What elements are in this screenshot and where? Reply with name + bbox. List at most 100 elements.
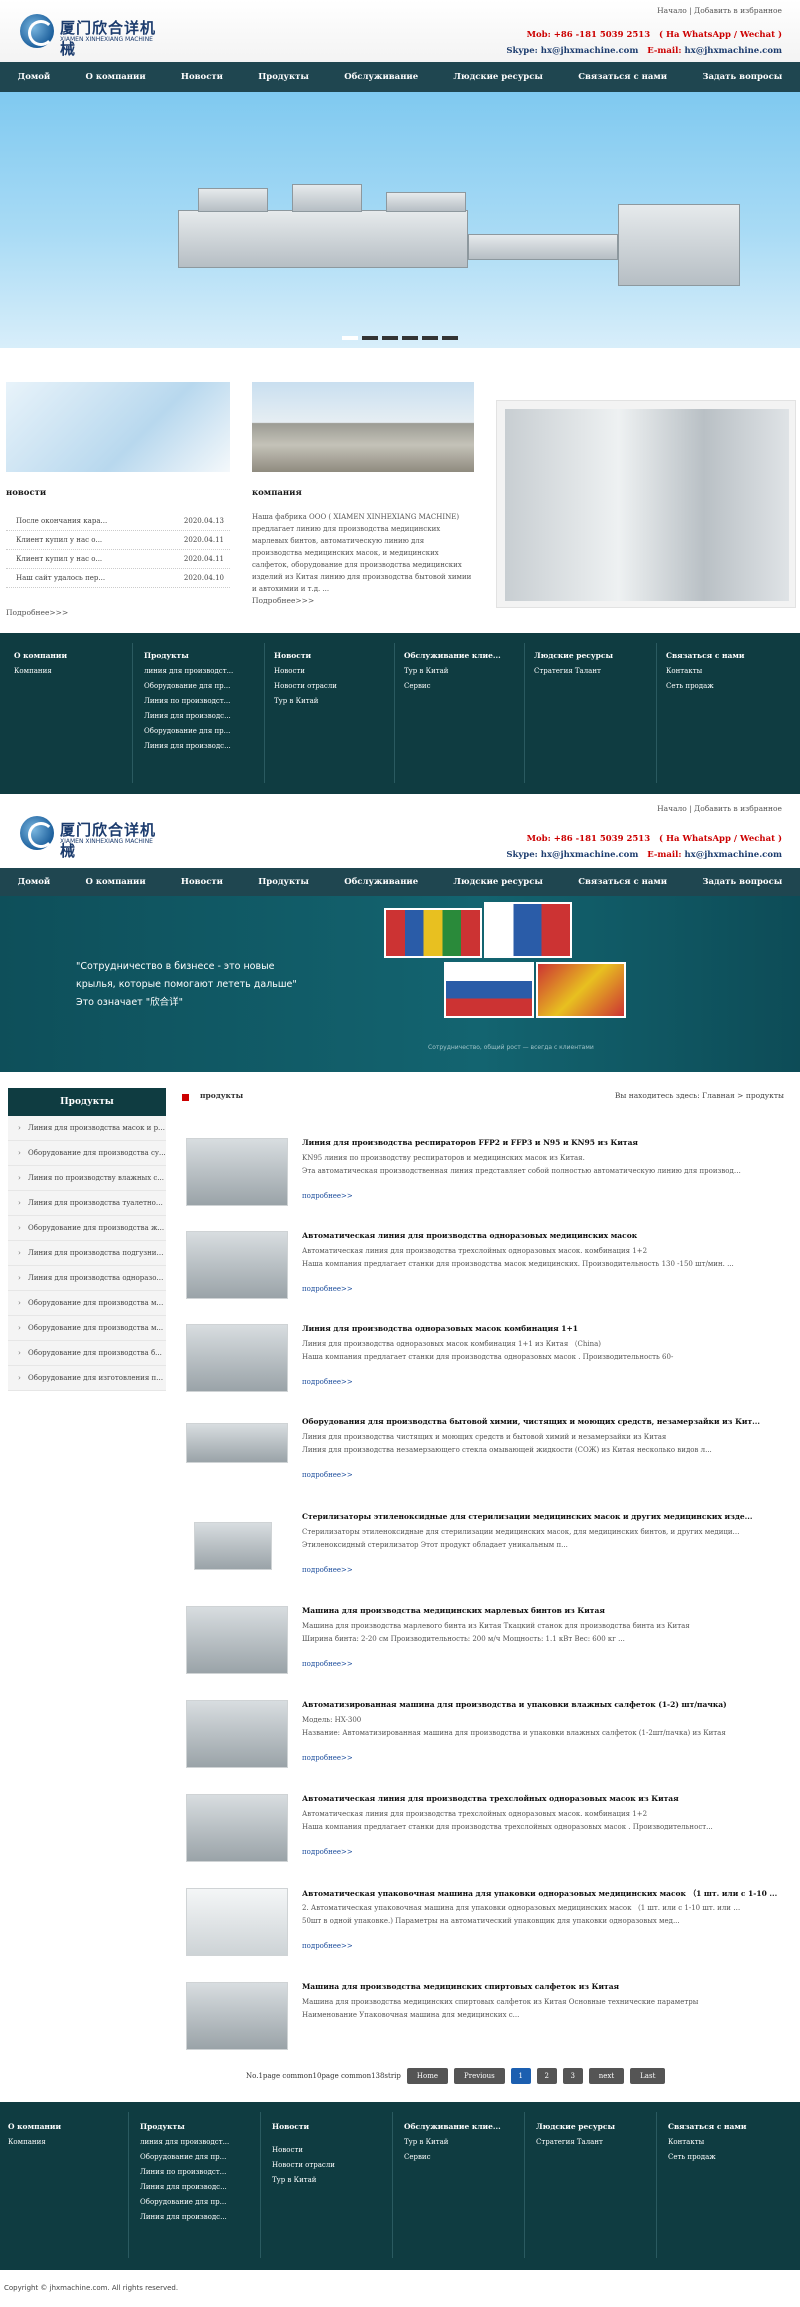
footer-link[interactable]: Стратегия Талант [534, 664, 652, 679]
product-title[interactable]: Автоматизированная машина для производст… [302, 1700, 727, 1709]
sidebar-item[interactable]: Оборудование для производства ж... [8, 1216, 166, 1241]
slider-dot[interactable] [342, 336, 358, 340]
product-image[interactable] [186, 1324, 288, 1392]
footer-link[interactable]: Оборудование для пр... [144, 724, 262, 739]
footer-link[interactable]: Контакты [666, 664, 784, 679]
footer-link[interactable]: Сервис [404, 2150, 522, 2165]
logo[interactable]: 厦门欣合详机械 XIAMEN XINHEXIANG MACHINE [20, 14, 170, 58]
product-more-link[interactable]: подробнее>> [302, 1660, 353, 1668]
product-title[interactable]: Оборудования для производства бытовой хи… [302, 1417, 760, 1426]
slider-dot[interactable] [422, 336, 438, 340]
footer-link[interactable]: Сеть продаж [666, 679, 784, 694]
product-more-link[interactable]: подробнее>> [302, 1378, 353, 1386]
sidebar-item[interactable]: Линия для производства подгузник... [8, 1241, 166, 1266]
product-more-link[interactable]: подробнее>> [302, 1942, 353, 1950]
product-more-link[interactable]: подробнее>> [302, 1566, 353, 1574]
footer-link[interactable]: Новости [274, 664, 392, 679]
sidebar-item[interactable]: Оборудование для производства су... [8, 1141, 166, 1166]
footer-link[interactable]: Сервис [404, 679, 522, 694]
nav-about[interactable]: О компании [86, 72, 146, 82]
slider-dot[interactable] [382, 336, 398, 340]
slider-dot[interactable] [402, 336, 418, 340]
product-title[interactable]: Линия для производства респираторов FFP2… [302, 1138, 638, 1147]
pager-home-button[interactable]: Home [406, 2068, 449, 2084]
product-title[interactable]: Линия для производства одноразовых масок… [302, 1324, 578, 1333]
home-link[interactable]: Начало [657, 804, 687, 813]
slider-dot[interactable] [362, 336, 378, 340]
pager-next-button[interactable]: next [588, 2068, 625, 2084]
sidebar-item[interactable]: Оборудование для производства м... [8, 1316, 166, 1341]
footer-link[interactable]: Линия для производс... [140, 2180, 258, 2195]
footer-link[interactable]: Новости [272, 2143, 390, 2158]
product-image[interactable] [186, 1231, 288, 1299]
nav-ask[interactable]: Задать вопросы [702, 72, 782, 82]
sidebar-item[interactable]: Линия по производству влажных с... [8, 1166, 166, 1191]
pager-page-button[interactable]: 2 [536, 2068, 557, 2084]
pager-last-button[interactable]: Last [630, 2068, 666, 2084]
product-more-link[interactable]: подробнее>> [302, 1754, 353, 1762]
bookmark-link[interactable]: Добавить в избранное [694, 804, 782, 813]
nav-products[interactable]: Продукты [258, 72, 309, 82]
footer-link[interactable]: Линия по производст... [144, 694, 262, 709]
sidebar-item[interactable]: Линия для производства одноразов... [8, 1266, 166, 1291]
pager-prev-button[interactable]: Previous [454, 2068, 505, 2084]
news-item[interactable]: Наш сайт удалось пер... 2020.04.10 [6, 569, 230, 588]
sidebar-item[interactable]: Оборудование для производства б... [8, 1341, 166, 1366]
footer-link[interactable]: Тур в Китай [274, 694, 392, 709]
nav-news[interactable]: Новости [181, 72, 223, 82]
nav-service[interactable]: Обслуживание [344, 72, 418, 82]
nav-contact[interactable]: Связаться с нами [578, 877, 667, 887]
product-image[interactable] [186, 1982, 288, 2050]
footer-link[interactable]: Компания [8, 2135, 126, 2150]
product-more-link[interactable]: подробнее>> [302, 1192, 353, 1200]
company-more-link[interactable]: Подробнее>>> [252, 596, 314, 605]
product-image[interactable] [186, 1888, 288, 1956]
nav-hr[interactable]: Людские ресурсы [453, 72, 543, 82]
nav-news[interactable]: Новости [181, 877, 223, 887]
product-image[interactable] [186, 1700, 288, 1768]
footer-link[interactable]: линия для производст... [144, 664, 262, 679]
footer-link[interactable]: Линия для производс... [144, 739, 262, 754]
footer-link[interactable]: Тур в Китай [404, 2135, 522, 2150]
nav-hr[interactable]: Людские ресурсы [453, 877, 543, 887]
product-more-link[interactable]: подробнее>> [302, 1848, 353, 1856]
sidebar-item[interactable]: Линия для производства туалетной... [8, 1191, 166, 1216]
product-title[interactable]: Автоматическая линия для производства тр… [302, 1794, 679, 1803]
footer-link[interactable]: Оборудование для пр... [144, 679, 262, 694]
product-title[interactable]: Автоматическая упаковочная машина для уп… [302, 1888, 777, 1899]
footer-link[interactable]: Контакты [668, 2135, 786, 2150]
news-item[interactable]: Клиент купил у нас о... 2020.04.11 [6, 550, 230, 569]
footer-link[interactable]: Тур в Китай [404, 664, 522, 679]
sidebar-item[interactable]: Линия для производства масок и ре... [8, 1116, 166, 1141]
footer-link[interactable]: Линия для производс... [140, 2210, 258, 2225]
news-item[interactable]: Клиент купил у нас о... 2020.04.11 [6, 531, 230, 550]
product-image[interactable] [186, 1794, 288, 1862]
nav-about[interactable]: О компании [86, 877, 146, 887]
nav-home[interactable]: Домой [18, 877, 51, 887]
footer-link[interactable]: Линия по производст... [140, 2165, 258, 2180]
nav-home[interactable]: Домой [18, 72, 51, 82]
product-image[interactable] [186, 1606, 288, 1674]
bookmark-link[interactable]: Добавить в избранное [694, 6, 782, 15]
pager-page-button[interactable]: 3 [562, 2068, 583, 2084]
logo[interactable]: 厦门欣合详机械 XIAMEN XINHEXIANG MACHINE [20, 816, 170, 860]
nav-ask[interactable]: Задать вопросы [702, 877, 782, 887]
footer-link[interactable]: Сеть продаж [668, 2150, 786, 2165]
product-more-link[interactable]: подробнее>> [302, 1285, 353, 1293]
footer-link[interactable]: Линия для производс... [144, 709, 262, 724]
news-more-link[interactable]: Подробнее>>> [6, 608, 68, 617]
footer-link[interactable]: Компания [14, 664, 132, 679]
footer-link[interactable]: Новости отрасли [272, 2158, 390, 2173]
home-link[interactable]: Начало [657, 6, 687, 15]
product-more-link[interactable]: подробнее>> [302, 1471, 353, 1479]
footer-link[interactable]: линия для производст... [140, 2135, 258, 2150]
product-title[interactable]: Машина для производства медицинских спир… [302, 1982, 619, 1991]
product-title[interactable]: Стерилизаторы этиленоксидные для стерили… [302, 1512, 753, 1521]
slider-dot[interactable] [442, 336, 458, 340]
news-item[interactable]: После окончания кара... 2020.04.13 [6, 512, 230, 531]
footer-link[interactable]: Новости отрасли [274, 679, 392, 694]
sidebar-item[interactable]: Оборудование для изготовления пл... [8, 1366, 166, 1391]
footer-link[interactable]: Стратегия Талант [536, 2135, 654, 2150]
footer-link[interactable]: Оборудование для пр... [140, 2195, 258, 2210]
product-title[interactable]: Автоматическая линия для производства од… [302, 1231, 637, 1240]
